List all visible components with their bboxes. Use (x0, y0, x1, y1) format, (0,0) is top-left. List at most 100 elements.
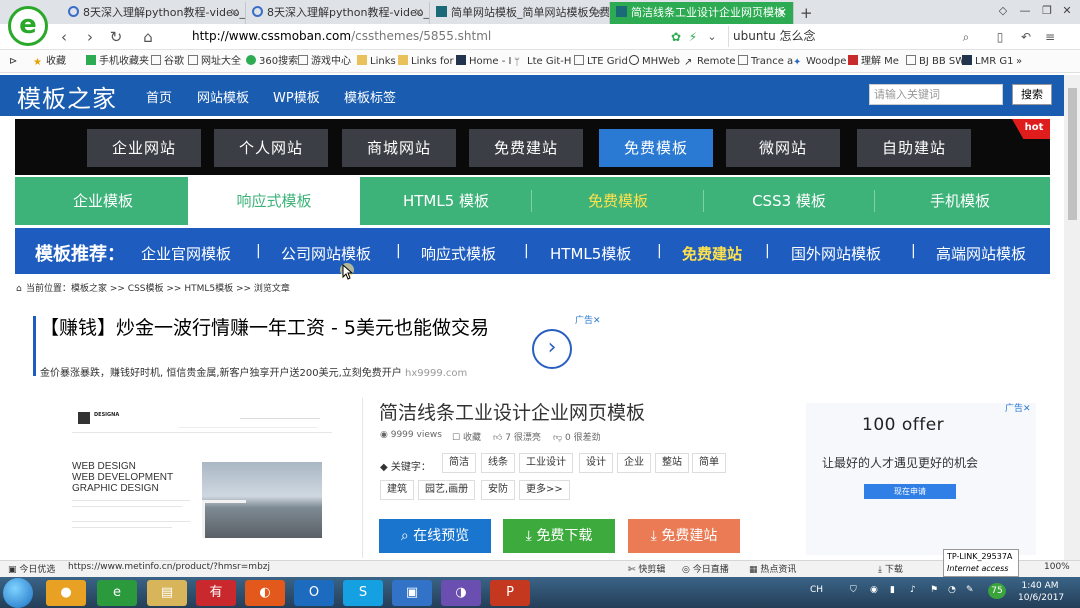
keyword-tag[interactable]: 工业设计 (519, 453, 573, 473)
tab-mobile-templates[interactable]: 手机模板 (874, 177, 1046, 225)
taskbar-app-icon[interactable]: ▣ (392, 580, 432, 606)
bookmark-mobile[interactable]: 手机收藏夹 (86, 55, 149, 69)
keyword-tag[interactable]: 安防 (481, 480, 515, 500)
ad-close-tag[interactable]: 广告✕ (575, 313, 601, 326)
status-download[interactable]: ⤓ 下载 (878, 562, 903, 575)
nav-home[interactable]: 首页 (146, 87, 172, 106)
menu-icon[interactable]: ≡ (1040, 27, 1060, 47)
tray-wifi-icon[interactable]: ◔ (948, 585, 956, 595)
tray-shield-icon[interactable]: ⛉ (850, 585, 857, 595)
status-zoom[interactable]: 100% (1044, 562, 1070, 572)
bookmark-lmr[interactable]: LMR G1 (962, 55, 1013, 69)
minimize-icon[interactable]: — (1018, 4, 1032, 17)
scrollbar-thumb[interactable] (1068, 88, 1077, 220)
input-language[interactable]: CH (810, 585, 823, 595)
bookmark-links-for[interactable]: Links for (398, 55, 454, 69)
taskbar-youdao-icon[interactable]: 有 (196, 580, 236, 606)
dropdown-chevron-icon[interactable]: ⌄ (702, 27, 722, 47)
url-field[interactable]: http://www.cssmoban.com/cssthemes/5855.s… (170, 26, 718, 47)
category-free-build[interactable]: 免费建站 (469, 129, 583, 167)
bookmark-home[interactable]: Home - I (456, 55, 511, 69)
tray-volume-icon[interactable]: ♪ (910, 585, 916, 595)
taskbar-clock[interactable]: 1:40 AM 10/6/2017 (1018, 580, 1064, 604)
status-quick-edit[interactable]: ✄ 快剪辑 (628, 562, 665, 575)
bookmark-woodpe[interactable]: ✦ Woodpe (793, 55, 846, 69)
taskbar-firefox-icon[interactable]: ◐ (245, 580, 285, 606)
keyword-tag[interactable]: 简单 (692, 453, 726, 473)
nav-template-tags[interactable]: 模板标签 (344, 87, 396, 106)
tray-badge[interactable]: 75 (988, 583, 1006, 599)
close-tab-icon[interactable]: ✕ (778, 2, 787, 24)
close-window-icon[interactable]: ✕ (1060, 4, 1074, 17)
close-tab-icon[interactable]: ✕ (230, 2, 239, 24)
mobile-icon[interactable]: ▯ (990, 27, 1010, 47)
shirt-skin-icon[interactable]: ◇ (996, 4, 1010, 17)
start-button[interactable] (3, 578, 33, 608)
recommend-enterprise[interactable]: 企业官网模板 (141, 243, 231, 264)
bookmark-lte-grid[interactable]: LTE Grid (574, 55, 628, 69)
nav-website-templates[interactable]: 网站模板 (197, 87, 249, 106)
site-search-button[interactable]: 搜索 (1012, 84, 1052, 105)
browser-tab-2[interactable]: 8天深入理解python教程-video_ ✕ (246, 2, 430, 24)
new-tab-button[interactable]: + (800, 2, 814, 24)
more-bookmarks-icon[interactable]: » (1016, 55, 1022, 69)
bookmark-trance[interactable]: Trance a (738, 55, 793, 69)
category-self-build[interactable]: 自助建站 (857, 129, 971, 167)
free-download-button[interactable]: ⤓ 免费下载 (503, 519, 615, 553)
keyword-tag[interactable]: 设计 (579, 453, 613, 473)
taskbar-eclipse-icon[interactable]: ◑ (441, 580, 481, 606)
recommend-company[interactable]: 公司网站模板 (281, 243, 371, 264)
status-news[interactable]: ▦ 热点资讯 (749, 562, 796, 575)
recommend-html5[interactable]: HTML5模板 (550, 243, 631, 264)
taskbar-outlook-icon[interactable]: O (294, 580, 334, 606)
like-link[interactable]: 👍︎ 7 很漂亮 (493, 430, 541, 443)
bookmark-remote[interactable]: ↗ Remote (684, 55, 736, 69)
bookmark-favorites[interactable]: ★ 收藏 (33, 55, 66, 69)
keyword-tag[interactable]: 园艺,画册 (418, 480, 476, 500)
search-engine-field[interactable]: ubuntu 怎么念 (728, 26, 968, 47)
bookmark-google[interactable]: 谷歌 (151, 55, 184, 69)
recommend-responsive[interactable]: 响应式模板 (421, 243, 496, 264)
status-live[interactable]: ◎ 今日直播 (682, 562, 729, 575)
lightning-icon[interactable]: ⚡ (683, 27, 703, 47)
maximize-icon[interactable]: ❐ (1040, 4, 1054, 17)
keyword-tag[interactable]: 简洁 (442, 453, 476, 473)
taskbar-skype-icon[interactable]: S (343, 580, 383, 606)
site-logo[interactable]: 模板之家 (17, 79, 117, 114)
keyword-tag[interactable]: 建筑 (380, 480, 414, 500)
favorite-link[interactable]: ☐ 收藏 (452, 430, 481, 443)
bookmark-url-nav[interactable]: 网址大全 (188, 55, 241, 69)
tray-app-icon[interactable]: ◉ (870, 585, 878, 595)
free-build-button[interactable]: ⤓ 免费建站 (628, 519, 740, 553)
online-preview-button[interactable]: ⌕ 在线预览 (379, 519, 491, 553)
browser-tab-1[interactable]: 8天深入理解python教程-video_ ✕ (62, 2, 246, 24)
close-tab-icon[interactable]: ✕ (594, 2, 603, 24)
tab-css3-templates[interactable]: CSS3 模板 (703, 177, 875, 225)
close-tab-icon[interactable]: ✕ (414, 2, 423, 24)
ad-subtitle[interactable]: 金价暴涨暴跌，赚钱好时机, 恒信贵金属,新客户独享开户送200美元,立刻免费开户… (40, 364, 467, 379)
tray-pen-icon[interactable]: ✎ (966, 585, 974, 595)
search-icon[interactable]: ⌕ (956, 27, 976, 47)
bookmark-mhweb[interactable]: MHWeb (629, 55, 680, 69)
tray-flag-icon[interactable]: ⚑ (930, 585, 938, 595)
bookmark-games[interactable]: 游戏中心 (298, 55, 351, 69)
taskbar-paint-icon[interactable]: ● (46, 580, 86, 606)
nav-wp-templates[interactable]: WP模板 (273, 87, 320, 106)
bookmark-links[interactable]: Links (357, 55, 396, 69)
bookmark-understand[interactable]: 理解 Me (848, 55, 899, 69)
category-free-templates[interactable]: 免费模板 (599, 129, 713, 167)
tab-responsive-templates[interactable]: 响应式模板 (188, 177, 360, 225)
tab-html5-templates[interactable]: HTML5 模板 (360, 177, 532, 225)
taskbar-powerpoint-icon[interactable]: P (490, 580, 530, 606)
tray-network-icon[interactable]: ▮ (890, 585, 895, 595)
refresh-icon[interactable]: ↻ (106, 27, 126, 47)
category-enterprise[interactable]: 企业网站 (87, 129, 201, 167)
taskbar-folder-icon[interactable]: ▤ (147, 580, 187, 606)
keyword-tag[interactable]: 企业 (617, 453, 651, 473)
undo-icon[interactable]: ↶ (1016, 27, 1036, 47)
category-mall[interactable]: 商城网站 (342, 129, 456, 167)
keyword-more[interactable]: 更多>> (519, 480, 570, 500)
bookmark-bj-bb[interactable]: BJ BB SW (906, 55, 965, 69)
category-micro-site[interactable]: 微网站 (726, 129, 840, 167)
sidebar-ad-close-tag[interactable]: 广告✕ (1005, 401, 1031, 414)
